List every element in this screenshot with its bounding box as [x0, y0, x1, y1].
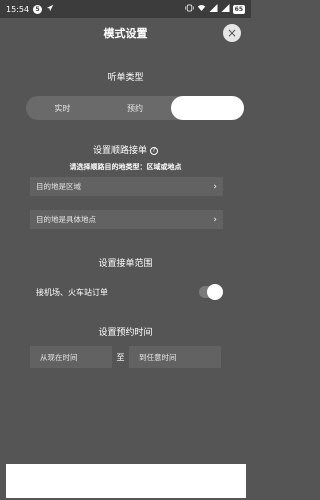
time-to-field[interactable]: 到任意时间	[129, 346, 221, 368]
route-title: 设置顺路接单	[92, 146, 147, 156]
reservation-time-title: 设置预约时间	[98, 328, 153, 338]
airport-label: 接机场、火车站订单	[36, 287, 108, 297]
status-bar: 15:54 5 65	[0, 0, 251, 18]
location-arrow-icon	[46, 4, 54, 14]
status-right: 65	[185, 4, 245, 14]
close-button[interactable]: ×	[223, 24, 241, 42]
destination-area-row[interactable]: 目的地是区域 ›	[30, 177, 223, 196]
time-from-label: 从现在时间	[40, 352, 78, 362]
order-type-title: 听单类型	[107, 73, 144, 83]
range-title: 设置接单范围	[98, 259, 153, 269]
battery-icon: 65	[232, 4, 245, 14]
time-to-label: 到任意时间	[139, 352, 177, 362]
status-left: 15:54 5	[6, 4, 54, 14]
time-from-field[interactable]: 从现在时间	[30, 346, 112, 368]
route-hint: 请选择顺路目的地类型：区域或地点	[69, 163, 182, 171]
status-time: 15:54	[6, 4, 30, 14]
route-title-wrap: 设置顺路接单?	[0, 143, 251, 156]
time-separator: 至	[116, 352, 125, 362]
signal-icon	[209, 4, 218, 14]
toggle-knob	[207, 284, 223, 300]
destination-place-row[interactable]: 目的地是具体地点 ›	[30, 210, 223, 229]
close-icon: ×	[226, 26, 238, 40]
vibrate-icon	[185, 4, 194, 14]
destination-place-label: 目的地是具体地点	[36, 215, 96, 224]
notification-badge: 5	[33, 4, 43, 14]
chevron-right-icon: ›	[213, 181, 217, 192]
reservation-time-row: 从现在时间 至 到任意时间	[30, 346, 221, 368]
help-icon[interactable]: ?	[150, 147, 158, 155]
segment-all[interactable]	[171, 96, 245, 120]
page-title: 模式设置	[103, 27, 148, 40]
airport-toggle-row: 接机场、火车站订单	[36, 282, 223, 302]
airport-toggle[interactable]	[199, 284, 223, 300]
signal-icon-2	[221, 4, 230, 14]
confirm-button[interactable]	[6, 464, 246, 498]
destination-area-label: 目的地是区域	[36, 182, 81, 191]
chevron-right-icon: ›	[213, 214, 217, 225]
header: 模式设置 ×	[0, 18, 251, 48]
wifi-icon	[197, 4, 206, 14]
order-type-segmented-control: 实时 预约	[26, 96, 245, 120]
segment-realtime[interactable]: 实时	[26, 96, 99, 120]
segment-reserve[interactable]: 预约	[99, 96, 172, 120]
